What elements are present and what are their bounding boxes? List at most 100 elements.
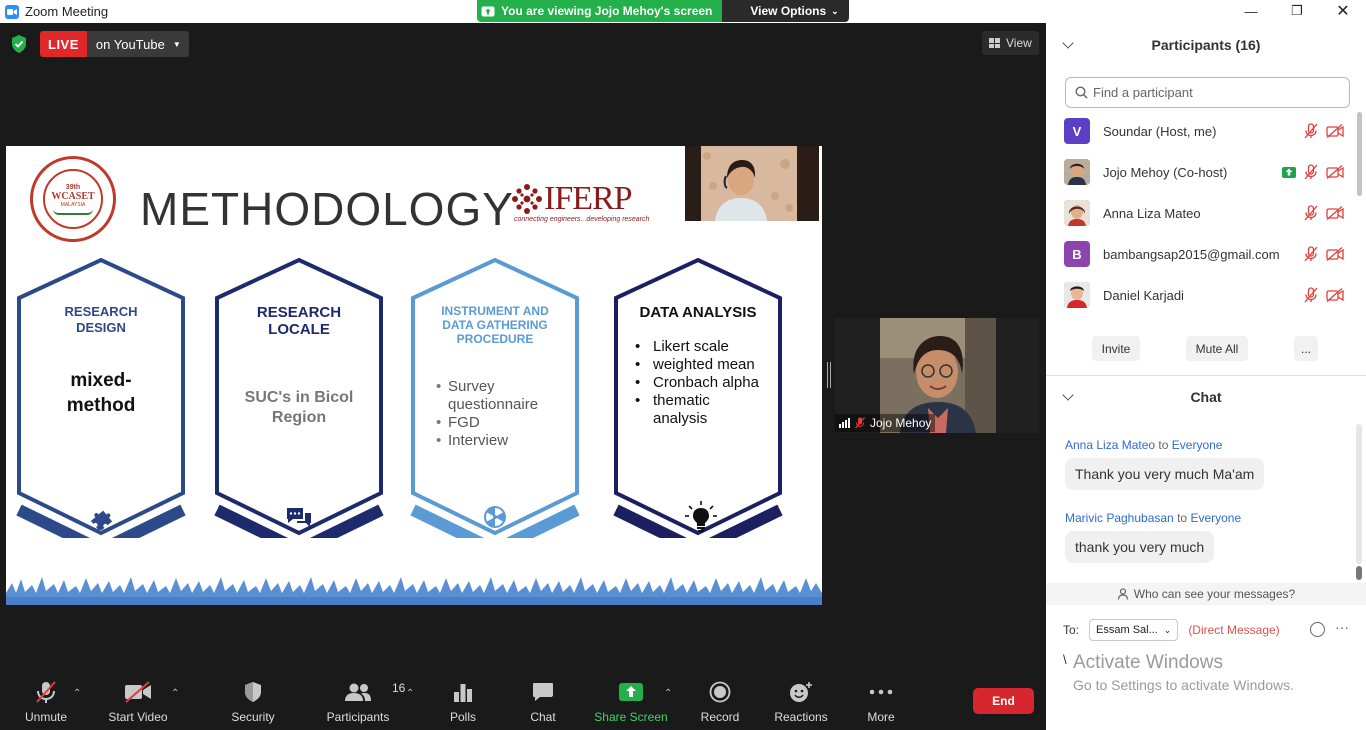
start-video-label: Start Video — [108, 710, 168, 724]
participant-row[interactable]: Daniel Karjadi — [1064, 282, 1344, 308]
participant-name: Soundar (Host, me) — [1103, 123, 1217, 139]
mute-all-button[interactable]: Mute All — [1186, 336, 1248, 361]
live-destination[interactable]: on YouTube ▼ — [86, 31, 189, 57]
audio-options-caret[interactable]: ⌃ — [73, 688, 81, 699]
collapse-chevron-icon[interactable] — [1062, 37, 1074, 49]
chat-sender[interactable]: Anna Liza Mateo — [1065, 438, 1155, 452]
video-off-icon[interactable] — [1326, 206, 1344, 220]
participant-row[interactable]: Anna Liza Mateo — [1064, 200, 1344, 226]
caret-down-icon: ▼ — [172, 39, 181, 49]
video-off-icon[interactable] — [1326, 124, 1344, 138]
who-can-see-label: Who can see your messages? — [1133, 587, 1296, 601]
reactions-button[interactable]: Reactions — [772, 670, 830, 730]
participants-options-caret[interactable]: ⌃ — [406, 688, 414, 699]
avatar — [1064, 159, 1090, 185]
viewing-status: You are viewing Jojo Mehoy's screen — [477, 0, 723, 22]
video-off-icon — [125, 681, 151, 703]
video-off-icon[interactable] — [1326, 288, 1344, 302]
to-label: To: — [1063, 623, 1080, 637]
video-off-icon[interactable] — [1326, 247, 1344, 261]
avatar: V — [1064, 118, 1090, 144]
participant-search[interactable] — [1065, 77, 1350, 108]
panel-resize-handle[interactable] — [827, 362, 831, 388]
who-can-see-messages[interactable]: Who can see your messages? — [1046, 583, 1366, 605]
live-stream-control[interactable]: LIVE on YouTube ▼ — [40, 31, 189, 57]
conference-number: 39th — [65, 183, 81, 191]
participant-name: Jojo Mehoy (Co-host) — [1103, 164, 1228, 180]
muted-mic-icon[interactable] — [1304, 246, 1318, 262]
security-shield-icon — [245, 682, 261, 702]
chat-sender[interactable]: Marivic Paghubasan — [1065, 511, 1174, 525]
more-button[interactable]: More — [862, 670, 900, 730]
iferp-wordmark: IFERP — [544, 180, 633, 217]
invite-button[interactable]: Invite — [1092, 336, 1140, 361]
polls-button[interactable]: Polls — [442, 670, 484, 730]
emoji-icon[interactable] — [1310, 622, 1325, 637]
share-screen-button[interactable]: Share Screen — [594, 670, 668, 730]
participant-name: bambangsap2015@gmail.com — [1103, 246, 1280, 262]
muted-mic-icon[interactable] — [1304, 287, 1318, 303]
view-button[interactable]: View — [982, 31, 1039, 55]
chat-scrollbar[interactable] — [1356, 424, 1362, 584]
record-label: Record — [700, 710, 740, 724]
video-off-icon[interactable] — [1326, 165, 1344, 179]
avatar — [1064, 200, 1090, 226]
security-button[interactable]: Security — [228, 670, 278, 730]
muted-mic-icon[interactable] — [1304, 205, 1318, 221]
chat-messages: Anna Liza Mateo to Everyone Thank you ve… — [1046, 420, 1366, 580]
recipient-value: Essam Sal... — [1096, 624, 1158, 636]
minimize-button[interactable]: — — [1228, 0, 1274, 22]
participant-row[interactable]: Jojo Mehoy (Co-host) — [1064, 159, 1344, 185]
record-button[interactable]: Record — [698, 670, 742, 730]
participant-row[interactable]: V Soundar (Host, me) — [1064, 118, 1344, 144]
chat-input[interactable]: \ — [1063, 652, 1343, 672]
lightbulb-icon — [685, 501, 717, 532]
muted-mic-icon[interactable] — [1304, 123, 1318, 139]
share-options-caret[interactable]: ⌃ — [664, 688, 672, 699]
participant-row[interactable]: B bambangsap2015@gmail.com — [1064, 241, 1344, 267]
person-icon — [1117, 588, 1128, 600]
participants-button[interactable]: 16 Participants — [324, 670, 406, 730]
participants-scrollbar[interactable] — [1357, 112, 1362, 196]
security-label: Security — [231, 710, 275, 724]
unmute-button[interactable]: Unmute — [20, 670, 72, 730]
video-participant-name: Jojo Mehoy — [870, 416, 932, 430]
muted-mic-icon[interactable] — [1304, 164, 1318, 180]
chat-bubble-icon — [533, 683, 553, 701]
chat-more-icon[interactable]: ··· — [1335, 619, 1349, 635]
zoom-app-icon — [5, 4, 19, 19]
grid-view-icon — [989, 38, 1000, 48]
chat-message: Thank you very much Ma'am — [1065, 458, 1265, 490]
recipient-dropdown[interactable]: Essam Sal... ⌄ — [1089, 619, 1179, 641]
radiation-icon — [484, 506, 506, 528]
card-research-locale: RESEARCH LOCALE SUC's in Bicol Region — [214, 257, 384, 557]
maximize-button[interactable]: ❐ — [1274, 0, 1320, 22]
chat-recipient: Everyone — [1171, 438, 1223, 452]
participants-more-button[interactable]: ... — [1294, 336, 1318, 361]
encryption-shield-icon[interactable] — [11, 35, 27, 53]
end-meeting-button[interactable]: End — [973, 688, 1034, 714]
video-options-caret[interactable]: ⌃ — [171, 688, 179, 699]
side-panel: — ❐ ✕ Participants (16) V Soundar (Host,… — [1046, 0, 1366, 730]
participant-name: Anna Liza Mateo — [1103, 205, 1201, 221]
window-controls: — ❐ ✕ — [1228, 0, 1366, 22]
conference-name: WCASET — [51, 190, 95, 202]
start-video-button[interactable]: Start Video — [106, 670, 170, 730]
participant-video-tile[interactable]: Jojo Mehoy — [835, 318, 1039, 433]
participant-search-input[interactable] — [1093, 85, 1333, 100]
video-name-bar: Jojo Mehoy — [835, 414, 936, 432]
collapse-chevron-icon[interactable] — [1062, 389, 1074, 401]
chat-recipient-row: To: Essam Sal... ⌄ (Direct Message) ··· — [1063, 618, 1353, 642]
chat-button[interactable]: Chat — [522, 670, 564, 730]
panel-divider — [1046, 375, 1366, 376]
sharing-screen-icon — [1282, 166, 1296, 178]
card-data-analysis: DATA ANALYSIS • Likert scale • weighted me… — [613, 257, 783, 557]
close-button[interactable]: ✕ — [1320, 0, 1366, 22]
card-instrument-procedure: INSTRUMENT AND DATA GATHERING PROCEDURE • S… — [410, 257, 580, 557]
laurel-icon — [53, 209, 93, 215]
card-bullets: • Likert scale • weighted mean • Cronbach a… — [635, 338, 759, 427]
share-screen-indicator-icon — [481, 6, 495, 16]
chevron-down-icon: ⌄ — [831, 5, 839, 16]
chat-bubbles-icon — [287, 508, 311, 527]
view-options-button[interactable]: View Options ⌄ — [722, 0, 849, 22]
